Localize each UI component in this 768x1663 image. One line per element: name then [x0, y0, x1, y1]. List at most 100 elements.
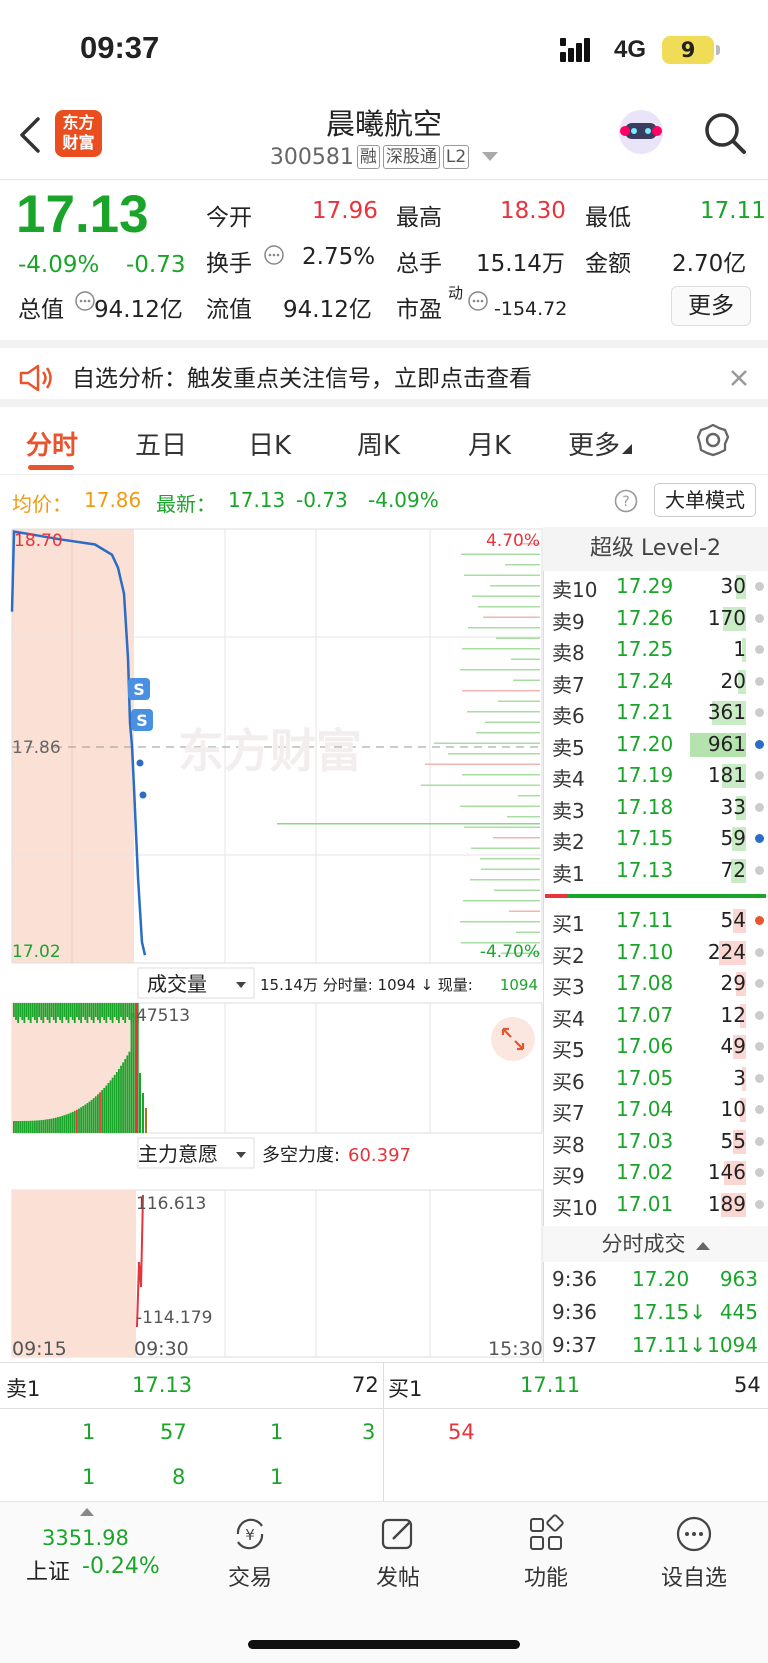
turnover-value: 2.75%: [302, 244, 376, 270]
volume-bar: [25, 1120, 28, 1133]
nav-functions[interactable]: 功能: [486, 1514, 606, 1592]
ticks-header[interactable]: 分时成交: [543, 1226, 768, 1262]
nav-trade[interactable]: ¥ 交易: [190, 1514, 310, 1592]
sell-row[interactable]: 卖3 17.18 33: [552, 793, 768, 824]
big-order-mode-button[interactable]: 大单模式: [654, 483, 756, 517]
nav-add-watchlist[interactable]: 设自选: [634, 1514, 754, 1592]
tab-intraday[interactable]: 分时: [26, 425, 78, 462]
info-dots-icon[interactable]: [264, 245, 284, 265]
close-icon[interactable]: [730, 369, 748, 387]
buy-row[interactable]: 买5 17.06 49: [552, 1032, 768, 1063]
volume-bar: [48, 1003, 51, 1023]
volume-bar: [59, 1003, 61, 1020]
volume-profile-bar: [425, 763, 540, 765]
intraday-chart[interactable]: 东方财富 S S 18.70 17.86 17.02 4.70% -4.70% …: [0, 527, 543, 1367]
level2-title[interactable]: 超级 Level-2: [543, 527, 768, 571]
buy-row[interactable]: 买1 17.11 54: [552, 906, 768, 937]
watermark: 东方财富: [178, 724, 362, 778]
tab-weekly-k[interactable]: 周K: [357, 425, 400, 462]
stock-code: 300581: [269, 145, 354, 170]
tab-monthly-k[interactable]: 月K: [468, 425, 511, 462]
volume-profile-bar: [464, 826, 540, 828]
volume-bar: [109, 1080, 112, 1133]
buy-volume: 3: [733, 1065, 746, 1090]
sell-volume: 20: [720, 668, 746, 693]
info-dots-icon[interactable]: [75, 291, 95, 311]
tab-five-day[interactable]: 五日: [135, 425, 187, 462]
robot-assistant-icon[interactable]: [615, 107, 667, 157]
sell-row[interactable]: 卖10 17.29 30: [552, 572, 768, 603]
sell-level: 卖2: [552, 830, 585, 854]
volume-bar: [103, 1087, 106, 1133]
volume-label: 成交量: [147, 972, 207, 996]
sell-row[interactable]: 卖8 17.25 1: [552, 635, 768, 666]
volume-profile-bar: [421, 784, 540, 786]
buy-row[interactable]: 买10 17.01 189: [552, 1190, 768, 1221]
buy-row[interactable]: 买7 17.04 10: [552, 1095, 768, 1126]
nav-post[interactable]: 发帖: [338, 1514, 458, 1592]
latest-value: 17.13: [228, 488, 286, 512]
analysis-alert-bar[interactable]: 自选分析：触发重点关注信号，立即点击查看: [0, 340, 768, 407]
volume-bar: [19, 1003, 22, 1017]
volume-bar: [86, 1003, 89, 1023]
volume-bar: [80, 1107, 82, 1133]
buy-volume: 12: [720, 1002, 746, 1027]
sell-level: 卖1: [552, 861, 585, 886]
volume-bar: [82, 1106, 85, 1133]
volume-bar: [84, 1003, 87, 1020]
search-icon[interactable]: [702, 110, 748, 156]
tab-daily-k[interactable]: 日K: [248, 425, 291, 462]
volume-bar: [118, 1068, 120, 1133]
tab-more[interactable]: 更多: [568, 425, 633, 462]
sell-row[interactable]: 卖1 17.13 72: [552, 856, 768, 887]
sell-row[interactable]: 卖7 17.24 20: [552, 667, 768, 698]
volume-bar: [21, 1121, 24, 1133]
volume-bar: [71, 1003, 74, 1020]
index-name: 上证: [26, 1560, 71, 1585]
expand-button[interactable]: [491, 1017, 535, 1061]
buy-row[interactable]: 买6 17.05 3: [552, 1064, 768, 1095]
volume-bar: [23, 1003, 26, 1023]
volume-profile-bar: [518, 795, 540, 797]
buy-row[interactable]: 买4 17.07 12: [552, 1001, 768, 1032]
sell-row[interactable]: 卖9 17.26 170: [552, 604, 768, 635]
tick-row: 9:37 17.11↓ 1094: [552, 1331, 768, 1362]
price-high-label: 18.70: [14, 531, 63, 551]
sell-row[interactable]: 卖6 17.21 361: [552, 698, 768, 729]
sell-row[interactable]: 卖2 17.15 59: [552, 824, 768, 855]
volume-bar: [31, 1120, 34, 1133]
sell-row[interactable]: 卖4 17.19 181: [552, 761, 768, 792]
active-tab-indicator: [28, 465, 74, 470]
buy-price: 17.11: [616, 908, 674, 932]
more-button[interactable]: 更多: [671, 286, 751, 326]
volume-bar: [78, 1003, 80, 1020]
sell-volume: 59: [720, 826, 746, 850]
buy-row[interactable]: 买3 17.08 29: [552, 969, 768, 1000]
volume-bar: [57, 1003, 59, 1017]
bottom-nav: 3351.98 上证 -0.24% ¥ 交易 发帖 功能 设自选: [0, 1501, 768, 1663]
sell-row[interactable]: 卖5 17.20 961: [552, 730, 768, 761]
volume-bar: [65, 1114, 68, 1133]
volume-bar: [82, 1003, 85, 1017]
buy-row[interactable]: 买9 17.02 146: [552, 1158, 768, 1189]
sell-price: 17.21: [616, 700, 674, 724]
buy-price: 17.03: [616, 1128, 674, 1153]
volume-profile-bar: [470, 879, 540, 881]
sell-volume: 1: [733, 637, 746, 661]
volume-bar: [27, 1003, 30, 1020]
index-ticker[interactable]: 3351.98 上证 -0.24%: [20, 1508, 160, 1588]
tick-time: 9:36: [552, 1300, 597, 1324]
settings-gear-icon[interactable]: [695, 422, 731, 458]
buy-row[interactable]: 买2 17.10 224: [552, 938, 768, 969]
buy-row[interactable]: 买8 17.03 55: [552, 1127, 768, 1158]
volume-profile-bar: [507, 816, 540, 818]
time-start: 09:15: [12, 1338, 67, 1360]
help-icon[interactable]: ?: [614, 489, 638, 513]
status-time: 09:37: [80, 30, 160, 65]
volume-bar: [86, 1103, 89, 1133]
buy-price: 17.10: [616, 939, 674, 964]
volume-bar: [44, 1003, 47, 1017]
status-dot-icon: [755, 1105, 764, 1114]
volume-bar: [38, 1003, 40, 1017]
info-dots-icon[interactable]: [468, 291, 488, 311]
